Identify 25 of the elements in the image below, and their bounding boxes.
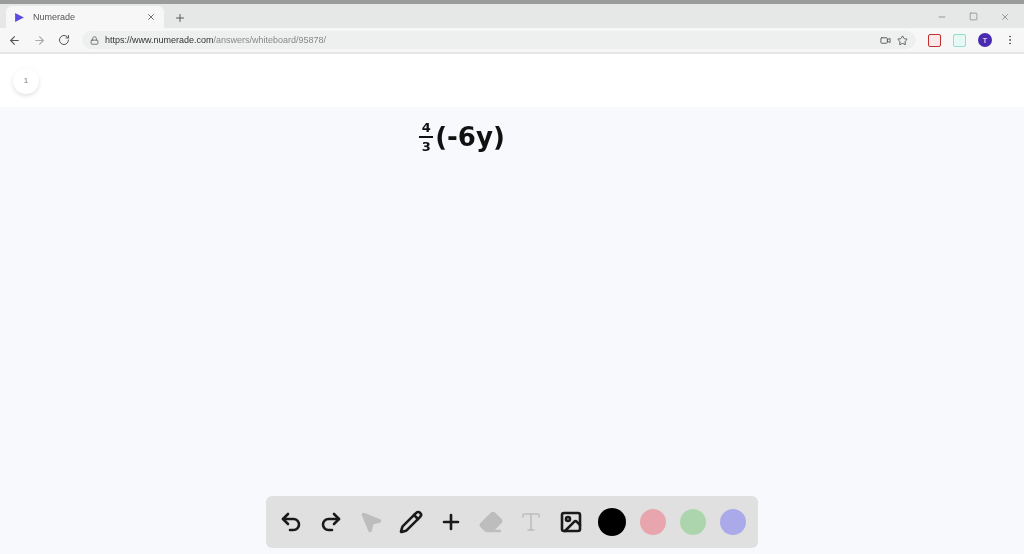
star-icon[interactable] [897, 34, 908, 46]
lock-icon [90, 35, 99, 45]
play-logo-icon [14, 11, 25, 23]
close-icon[interactable] [146, 12, 156, 22]
url-text: https://www.numerade.com/answers/whiteboard/95878/ [105, 35, 327, 45]
color-swatch[interactable] [720, 509, 746, 535]
color-swatch[interactable] [598, 508, 626, 536]
camera-icon[interactable] [880, 34, 891, 46]
color-swatch[interactable] [640, 509, 666, 535]
back-icon[interactable] [8, 33, 21, 47]
new-tab-icon[interactable] [174, 12, 186, 24]
extension-icon[interactable] [928, 33, 941, 47]
close-icon[interactable] [1000, 12, 1010, 22]
handwritten-expression: (-6y) [435, 122, 505, 152]
tab-title: Numerade [33, 12, 77, 22]
browser-tab[interactable]: Numerade [6, 6, 164, 28]
forward-icon[interactable] [33, 33, 46, 47]
page-number[interactable]: 1 [13, 67, 39, 94]
profile-avatar[interactable]: T [978, 33, 992, 47]
reload-icon[interactable] [58, 34, 70, 46]
color-swatch[interactable] [680, 509, 706, 535]
address-bar[interactable]: https://www.numerade.com/answers/whiteboard/95878/ [82, 31, 916, 49]
numerator: 4 [420, 121, 432, 134]
pencil-icon[interactable] [398, 508, 424, 536]
denominator: 3 [420, 140, 432, 153]
